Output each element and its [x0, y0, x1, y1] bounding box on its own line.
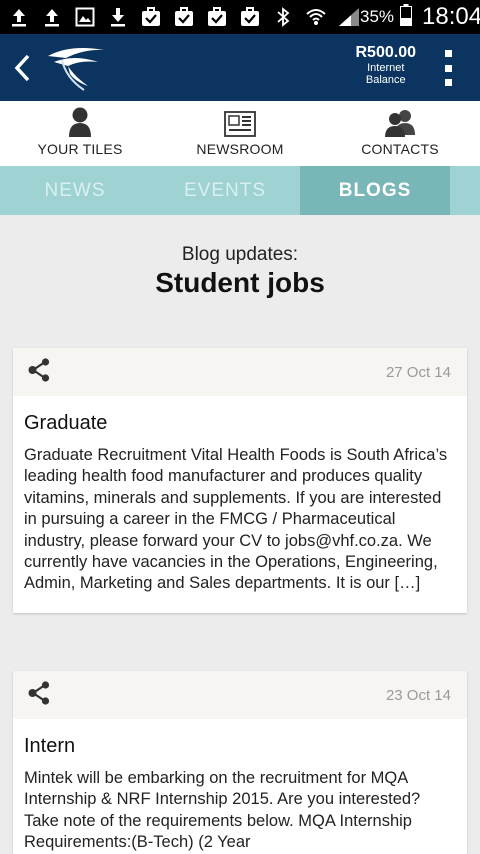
category-tabs: NEWS EVENTS BLOGS [0, 166, 480, 215]
share-icon[interactable] [27, 357, 51, 387]
tab-events[interactable]: EVENTS [150, 166, 300, 215]
post-date: 23 Oct 14 [385, 686, 451, 704]
image-icon [74, 7, 96, 27]
shortcut-label: YOUR TILES [37, 141, 123, 157]
upload-icon [8, 7, 30, 27]
back-button[interactable] [0, 34, 44, 101]
share-icon[interactable] [27, 680, 51, 710]
signal-icon [338, 7, 360, 27]
internet-balance: R500.00 Internet Balance [356, 44, 417, 86]
task-check-icon [173, 7, 195, 27]
wifi-icon [305, 7, 327, 27]
shortcut-newsroom[interactable]: NEWSROOM [160, 101, 320, 166]
post-excerpt: Graduate Recruitment Vital Health Foods … [24, 446, 448, 593]
balance-amount: R500.00 [355, 44, 417, 61]
notification-icons [8, 7, 360, 27]
shortcut-contacts[interactable]: CONTACTS [320, 101, 480, 166]
post-excerpt: Mintek will be embarking on the recruitm… [24, 769, 421, 852]
battery-icon [400, 3, 413, 31]
newspaper-icon [224, 107, 256, 137]
battery-percent: 35% [360, 7, 395, 26]
shortcut-bar: YOUR TILES NEWSROOM CONTACTS [0, 101, 480, 166]
menu-dot [444, 64, 452, 72]
blog-post-card[interactable]: 23 Oct 14 Intern Mintek will be embarkin… [13, 671, 467, 854]
post-title[interactable]: Intern [13, 719, 467, 758]
tab-blogs[interactable]: BLOGS [300, 166, 450, 215]
card-header: 23 Oct 14 [13, 671, 467, 719]
shortcut-label: NEWSROOM [196, 141, 284, 157]
shortcut-your-tiles[interactable]: YOUR TILES [0, 101, 160, 166]
upload-icon [41, 7, 63, 27]
menu-dot [444, 79, 452, 86]
balance-label-line-2: Balance [365, 74, 406, 86]
brand-logo[interactable] [44, 38, 112, 98]
app-bar: R500.00 Internet Balance [0, 34, 480, 101]
status-bar: 35% 18:04 [0, 0, 480, 34]
blog-post-card[interactable]: 27 Oct 14 Graduate Graduate Recruitment … [13, 348, 467, 613]
overflow-menu-button[interactable] [438, 50, 458, 86]
contacts-icon [383, 107, 417, 137]
page-subtitle: Blog updates: [181, 244, 299, 265]
tab-news[interactable]: NEWS [0, 166, 150, 215]
bluetooth-icon [272, 7, 294, 27]
post-title[interactable]: Graduate [13, 396, 467, 435]
task-check-icon [206, 7, 228, 27]
chevron-left-icon [14, 54, 30, 81]
person-icon [68, 107, 92, 137]
card-header: 27 Oct 14 [13, 348, 467, 396]
post-date: 27 Oct 14 [385, 363, 451, 381]
balance-label-line-1: Internet [367, 62, 405, 74]
clock: 18:04 [422, 3, 480, 30]
download-icon [107, 7, 129, 27]
menu-dot [444, 50, 452, 57]
task-check-icon [140, 7, 162, 27]
shortcut-label: CONTACTS [361, 141, 439, 157]
page-title: Student jobs [155, 267, 325, 298]
page-heading: Blog updates: Student jobs [0, 244, 480, 299]
task-check-icon [239, 7, 261, 27]
